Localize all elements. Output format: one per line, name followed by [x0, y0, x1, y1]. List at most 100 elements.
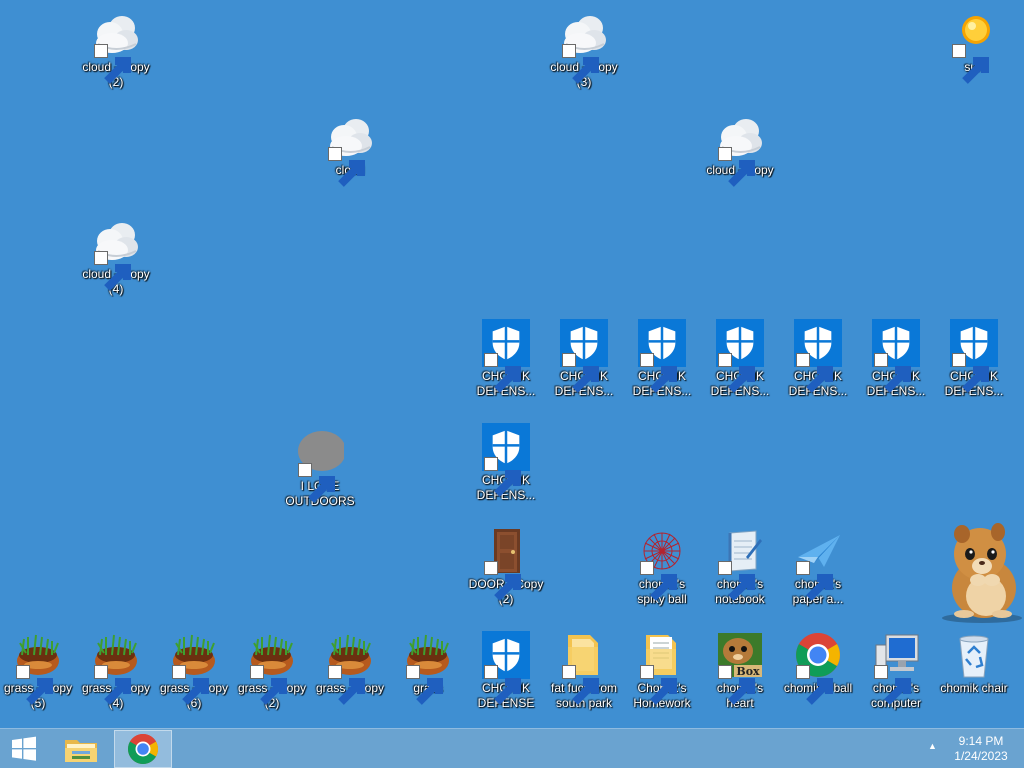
desktop-icon-shield[interactable]: CHOMIK DEFENS...: [702, 319, 778, 399]
desktop-icon-grass[interactable]: grass - Copy (2): [234, 631, 310, 711]
shield-icon: [950, 319, 998, 393]
desktop-icon-shield[interactable]: CHOMIK DEFENS...: [468, 319, 544, 399]
shortcut-arrow-icon: [298, 463, 335, 503]
desktop-icon-notebook[interactable]: chomik's notebook: [702, 527, 778, 607]
desktop-icon-shield[interactable]: CHOMIK DEFENSE: [468, 631, 544, 711]
door-icon: [482, 527, 530, 601]
shortcut-arrow-icon: [484, 353, 521, 393]
chrome-icon: [127, 733, 159, 765]
shield-icon: [716, 319, 764, 393]
shortcut-arrow-icon: [874, 353, 911, 393]
shortcut-arrow-icon: [94, 251, 131, 291]
shortcut-arrow-icon: [718, 561, 755, 601]
clock-time: 9:14 PM: [958, 734, 1004, 748]
desktop-icon-cloud[interactable]: cloud - Copy (4): [78, 217, 154, 297]
shield-icon: [482, 319, 530, 393]
shield-icon: [638, 319, 686, 393]
folder-icon: [560, 631, 608, 705]
shortcut-arrow-icon: [406, 665, 443, 705]
shortcut-arrow-icon: [562, 665, 599, 705]
shortcut-arrow-icon: [640, 353, 677, 393]
paper-airplane-icon: [794, 527, 842, 601]
desktop-icon-cloud[interactable]: cloud: [312, 113, 388, 187]
desktop-icon-grass[interactable]: grass - Copy (6): [156, 631, 232, 711]
shortcut-arrow-icon: [718, 353, 755, 393]
file-explorer-button[interactable]: [56, 730, 106, 768]
start-button[interactable]: [0, 730, 48, 768]
desktop-icon-grass[interactable]: grass - Copy: [312, 631, 388, 705]
desktop-icon-cloud[interactable]: cloud - Copy: [702, 113, 778, 187]
hamster-desktop-pet[interactable]: [936, 520, 1022, 624]
cloud-icon: [92, 217, 140, 291]
sun-icon: [950, 10, 998, 84]
grass-icon: [170, 631, 218, 705]
spiky-ball-icon: [638, 527, 686, 601]
desktop-icon-door[interactable]: DOOR - Copy (2): [468, 527, 544, 607]
taskbar: ▲ 9:14 PM 1/24/2023: [0, 728, 1024, 768]
desktop-icon-grass[interactable]: grass - Copy (4): [78, 631, 154, 711]
shield-icon: [482, 423, 530, 497]
shortcut-arrow-icon: [796, 353, 833, 393]
desktop-icon-paper-airplane[interactable]: chomik's paper a...: [780, 527, 856, 607]
shortcut-arrow-icon: [640, 665, 677, 705]
chrome-taskbar-button[interactable]: [114, 730, 172, 768]
desktop-icon-cloud[interactable]: cloud - Copy (3): [546, 10, 622, 90]
recycle-bin-icon: [950, 631, 998, 679]
shortcut-arrow-icon: [796, 561, 833, 601]
shortcut-arrow-icon: [484, 457, 521, 497]
desktop-icon-shield[interactable]: CHOMIK DEFENS...: [780, 319, 856, 399]
desktop-icon-recycle-bin[interactable]: chomik chair: [936, 631, 1012, 696]
desktop-icon-cloud[interactable]: cloud - Copy (2): [78, 10, 154, 90]
desktop-icon-shield[interactable]: CHOMIK DEFENS...: [936, 319, 1012, 399]
shortcut-arrow-icon: [952, 353, 989, 393]
desktop: cloud - Copy (2) cloud - Copy (3) sun cloud…: [0, 0, 1024, 728]
desktop-icon-shield[interactable]: CHOMIK DEFENS...: [858, 319, 934, 399]
cloud-icon: [716, 113, 764, 187]
desktop-icon-shield[interactable]: CHOMIK DEFENS...: [624, 319, 700, 399]
grass-icon: [248, 631, 296, 705]
shortcut-arrow-icon: [562, 353, 599, 393]
shortcut-arrow-icon: [640, 561, 677, 601]
cloud-icon: [560, 10, 608, 84]
box-game-icon: Box: [716, 631, 764, 705]
grass-icon: [92, 631, 140, 705]
desktop-icon-sun[interactable]: sun: [936, 10, 1012, 84]
shield-icon: [872, 319, 920, 393]
desktop-icon-blob[interactable]: I LOVE OUTDOORS: [282, 429, 358, 509]
shortcut-arrow-icon: [952, 44, 989, 84]
chrome-icon: [794, 631, 842, 705]
shield-icon: [482, 631, 530, 705]
desktop-icon-computer[interactable]: chomik's computer: [858, 631, 934, 711]
grass-icon: [404, 631, 452, 705]
shortcut-arrow-icon: [874, 665, 911, 705]
show-hidden-icons-arrow[interactable]: ▲: [928, 741, 937, 751]
shortcut-arrow-icon: [562, 44, 599, 84]
clock-date: 1/24/2023: [954, 749, 1008, 763]
grass-icon: [14, 631, 62, 705]
shield-icon: [794, 319, 842, 393]
blob-icon: [296, 429, 344, 503]
shortcut-arrow-icon: [484, 665, 521, 705]
desktop-icon-folder-docs[interactable]: Chomik's Homework: [624, 631, 700, 711]
desktop-icon-spiky-ball[interactable]: chomik's spiky ball: [624, 527, 700, 607]
desktop-icon-grass[interactable]: grass: [390, 631, 466, 705]
shortcut-arrow-icon: [484, 561, 521, 601]
shortcut-arrow-icon: [250, 665, 287, 705]
grass-icon: [326, 631, 374, 705]
desktop-icon-shield[interactable]: CHOMIK DEFENS...: [546, 319, 622, 399]
shortcut-arrow-icon: [718, 147, 755, 187]
desktop-icon-chrome[interactable]: chomik's ball: [780, 631, 856, 705]
notebook-icon: [716, 527, 764, 601]
shortcut-arrow-icon: [94, 665, 131, 705]
desktop-icon-grass[interactable]: grass - Copy (5): [0, 631, 76, 711]
folder-docs-icon: [638, 631, 686, 705]
clock[interactable]: 9:14 PM 1/24/2023: [946, 734, 1016, 764]
desktop-icon-folder[interactable]: fat fuck from south park: [546, 631, 622, 711]
shield-icon: [560, 319, 608, 393]
desktop-icon-shield[interactable]: CHOMIK DEFENS...: [468, 423, 544, 503]
shortcut-arrow-icon: [172, 665, 209, 705]
cloud-icon: [326, 113, 374, 187]
shortcut-arrow-icon: [718, 665, 755, 705]
desktop-icon-box-game[interactable]: Box chomik's heart: [702, 631, 778, 711]
file-explorer-icon: [65, 740, 97, 762]
